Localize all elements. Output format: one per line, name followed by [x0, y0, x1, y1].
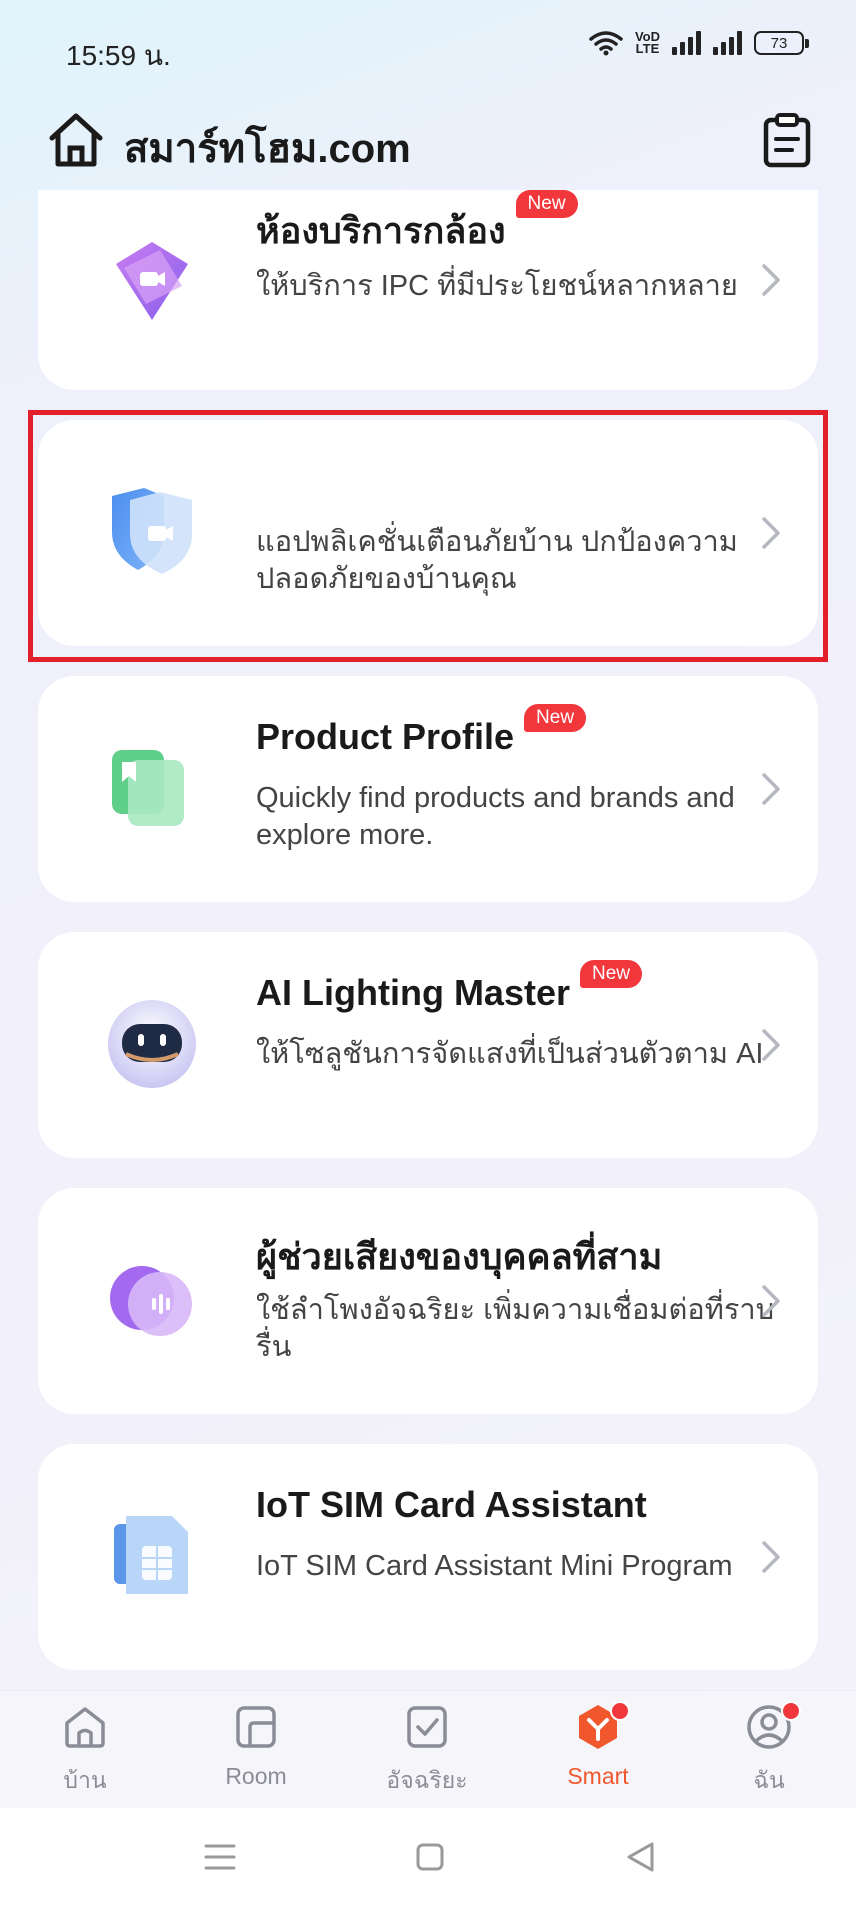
signal-2-icon	[713, 31, 742, 55]
nav-smart[interactable]: Smart	[528, 1701, 668, 1790]
new-badge: New	[515, 190, 578, 218]
volte-bottom-label: LTE	[635, 41, 660, 56]
voice-assistant-card[interactable]: ผู้ช่วยเสียงของบุคคลที่สาม ใช้ลำโพงอัจฉร…	[38, 1188, 818, 1414]
card-title: ห้องบริการกล้องNew	[256, 190, 578, 259]
nav-me[interactable]: ฉัน	[699, 1701, 839, 1799]
home-square-icon[interactable]	[415, 1840, 445, 1874]
ai-lighting-card[interactable]: AI Lighting Master New ให้โซลูชันการจัดแส…	[38, 932, 818, 1158]
chevron-right-icon	[762, 1029, 780, 1061]
nav-smart-automation[interactable]: อัจฉริยะ	[357, 1701, 497, 1799]
system-navigation-bar	[0, 1808, 856, 1912]
signal-1-icon	[672, 31, 701, 55]
card-title: Product Profile New	[256, 704, 587, 758]
card-description: ให้โซลูชันการจัดแสงที่เป็นส่วนตัวตาม AI	[256, 1038, 764, 1070]
sim-card-icon	[114, 1516, 188, 1594]
room-icon	[236, 1706, 276, 1748]
nav-home[interactable]: บ้าน	[15, 1701, 155, 1799]
highlight-box	[28, 410, 828, 662]
app-header: สมาร์ทโฮม.com	[0, 100, 856, 190]
bottom-navigation: บ้าน Room อัจฉริยะ Smart ฉัน	[0, 1690, 856, 1809]
volte-icon: VoD LTE	[635, 30, 660, 56]
chevron-right-icon	[762, 264, 780, 296]
chevron-right-icon	[762, 1285, 780, 1317]
camera-service-card[interactable]: ห้องบริการกล้องNew ให้บริการ IPC ที่มีปร…	[38, 190, 818, 390]
notification-dot	[610, 1701, 630, 1721]
chevron-right-icon	[762, 773, 780, 805]
product-profile-icon	[112, 750, 184, 826]
card-description: Quickly find products and brands and exp…	[256, 782, 735, 851]
nav-room[interactable]: Room	[186, 1701, 326, 1790]
product-profile-card[interactable]: Product Profile New Quickly find products…	[38, 676, 818, 902]
menu-icon[interactable]	[204, 1840, 236, 1874]
home-icon	[65, 1707, 105, 1748]
new-badge: New	[580, 960, 643, 988]
nav-label: Room	[225, 1763, 287, 1789]
nav-label: อัจฉริยะ	[386, 1767, 468, 1793]
status-time: 15:59 น.	[66, 40, 171, 71]
new-badge: New	[524, 704, 587, 732]
voice-assistant-icon	[110, 1266, 192, 1336]
card-description: IoT SIM Card Assistant Mini Program	[256, 1550, 733, 1582]
page-title[interactable]: สมาร์ทโฮม.com	[124, 116, 411, 180]
home-logo-icon[interactable]	[46, 110, 106, 170]
card-title: IoT SIM Card Assistant	[256, 1484, 647, 1525]
clipboard-icon[interactable]	[762, 112, 812, 168]
wifi-icon	[589, 31, 623, 56]
smart-check-icon	[407, 1706, 447, 1748]
notification-dot	[781, 1701, 801, 1721]
card-description: ใช้ลำโพงอัจฉริยะ เพิ่มความเชื่อมต่อที่รา…	[256, 1294, 775, 1363]
status-icons: VoD LTE 73	[589, 30, 809, 56]
nav-label: Smart	[567, 1763, 629, 1789]
battery-level: 73	[770, 34, 788, 52]
iot-sim-card[interactable]: IoT SIM Card Assistant IoT SIM Card Assi…	[38, 1444, 818, 1670]
battery-icon: 73	[754, 31, 809, 55]
camera-service-icon	[116, 242, 188, 320]
chevron-right-icon	[762, 1541, 780, 1573]
card-title: ผู้ช่วยเสียงของบุคคลที่สาม	[256, 1236, 663, 1277]
card-title: AI Lighting Master New	[256, 960, 643, 1014]
nav-label: บ้าน	[63, 1767, 107, 1793]
status-bar: 15:59 น. VoD LTE 73	[0, 0, 856, 100]
nav-label: ฉัน	[753, 1767, 785, 1793]
ai-robot-icon	[108, 1000, 196, 1088]
card-description: ให้บริการ IPC ที่มีประโยชน์หลากหลาย	[256, 270, 738, 302]
back-triangle-icon[interactable]	[624, 1840, 658, 1874]
